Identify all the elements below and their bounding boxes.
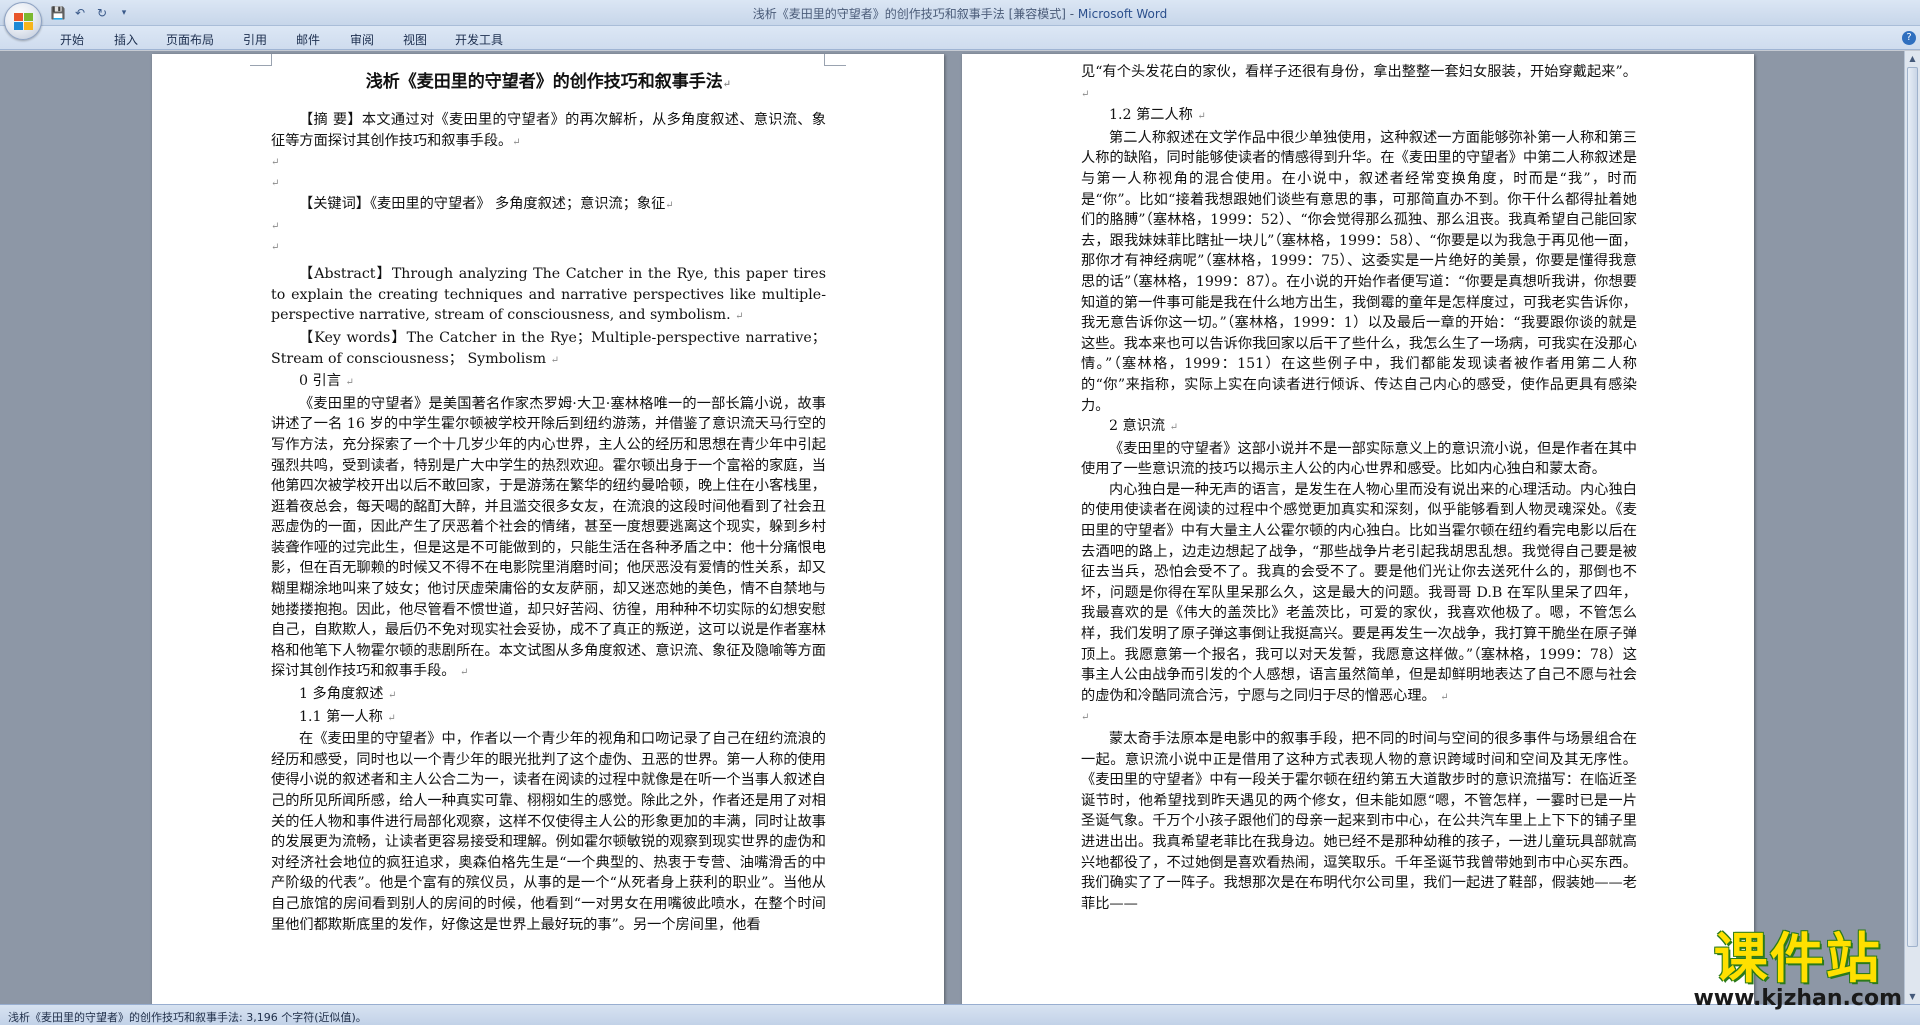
window-title-brand: Microsoft Word [1077,7,1168,21]
abstract-cn: 【摘 要】本文通过对《麦田里的守望者》的再次解析，从多角度叙述、意识流、象征等方… [271,112,826,149]
paragraph-1-1: 在《麦田里的守望者》中，作者以一个青少年的视角和口吻记录了自己在纽约流浪的经历和… [271,731,826,933]
paragraph-intro: 《麦田里的守望者》是美国著名作家杰罗姆·大卫·塞林格唯一的一部长篇小说，故事讲述… [271,395,826,680]
ribbon-tabs: 开始 插入 页面布局 引用 邮件 审阅 视图 开发工具 ? [0,26,1920,50]
scroll-thumb[interactable] [1907,67,1918,947]
status-text: 浅析《麦田里的守望者》的创作技巧和叙事手法: 3,196 个字符(近似值)。 [8,1011,367,1024]
tab-mailings[interactable]: 邮件 [296,31,320,48]
window-title: 浅析《麦田里的守望者》的创作技巧和叙事手法 [兼容模式] - Microsoft… [0,5,1920,22]
heading-1-1: 1.1 第一人称 [299,708,383,725]
office-logo-icon [14,13,33,30]
paragraph-continued: 见“有个头发花白的家伙，看样子还很有身份，拿出整整一套妇女服装，开始穿戴起来”。 [1081,64,1637,80]
tab-developer[interactable]: 开发工具 [455,31,503,48]
tab-view[interactable]: 视图 [403,31,427,48]
help-icon[interactable]: ? [1902,31,1916,45]
heading-1: 1 多角度叙述 [299,686,384,703]
empty-paragraph: ↵ [271,177,280,189]
paragraph-2-a: 《麦田里的守望者》这部小说并不是一部实际意义上的意识流小说，但是作者在其中使用了… [1081,440,1637,478]
heading-1-2: 1.2 第二人称 [1109,107,1193,124]
status-bar: 浅析《麦田里的守望者》的创作技巧和叙事手法: 3,196 个字符(近似值)。 [0,1004,1920,1025]
scroll-up-icon[interactable]: ▲ [1907,53,1918,64]
keywords-en: 【Key words】The Catcher in the Rye；Multip… [271,329,826,367]
watermark-logo: 课件站 www.kjzhan.com [1693,930,1902,1010]
window-title-text: 浅析《麦田里的守望者》的创作技巧和叙事手法 [兼容模式] - [752,7,1078,21]
watermark-brand: 课件站 [1713,927,1882,990]
tab-page-layout[interactable]: 页面布局 [166,31,214,48]
document-page-2[interactable]: 见“有个头发花白的家伙，看样子还很有身份，拿出整整一套妇女服装，开始穿戴起来”。… [962,54,1754,1004]
empty-paragraph: ↵ [271,157,280,169]
paragraph-2-b: 内心独白是一种无声的语言，是发生在人物心里而没有说出来的心理活动。内心独白的使用… [1081,481,1637,704]
tab-insert[interactable]: 插入 [114,31,138,48]
empty-paragraph: ↵ [271,220,280,232]
margin-corner-mark [824,54,846,66]
paragraph-2-c: 蒙太奇手法原本是电影中的叙事手段，把不同的时间与空间的很多事件与场景组合在一起。… [1081,731,1637,912]
document-workspace: 浅析《麦田里的守望者》的创作技巧和叙事手法 ↵ 【摘 要】本文通过对《麦田里的守望… [0,51,1904,1004]
heading-0-intro: 0 引言 [299,373,341,390]
heading-2: 2 意识流 [1109,418,1166,435]
document-title: 浅析《麦田里的守望者》的创作技巧和叙事手法 [365,72,723,92]
title-bar: 💾 ↶ ↻ ▾ 浅析《麦田里的守望者》的创作技巧和叙事手法 [兼容模式] - M… [0,0,1920,26]
tab-home[interactable]: 开始 [60,31,84,48]
tab-review[interactable]: 审阅 [350,31,374,48]
page-2-text[interactable]: 见“有个头发花白的家伙，看样子还很有身份，拿出整整一套妇女服装，开始穿戴起来”。… [1081,62,1637,914]
tab-references[interactable]: 引用 [243,31,267,48]
keywords-cn: 【关键词】《麦田里的守望者》 多角度叙述；意识流；象征 [299,196,666,213]
document-page-1[interactable]: 浅析《麦田里的守望者》的创作技巧和叙事手法 ↵ 【摘 要】本文通过对《麦田里的守望… [152,54,944,1004]
page-1-text[interactable]: 浅析《麦田里的守望者》的创作技巧和叙事手法 ↵ 【摘 要】本文通过对《麦田里的守望… [271,69,826,935]
vertical-scrollbar[interactable]: ▲ ▼ [1904,51,1920,1004]
scroll-down-icon[interactable]: ▼ [1907,991,1918,1002]
watermark-url: www.kjzhan.com [1693,986,1902,1011]
empty-paragraph: ↵ [271,241,280,253]
margin-corner-mark [250,54,272,66]
paragraph-1-2: 第二人称叙述在文学作品中很少单独使用，这种叙述一方面能够弥补第一人称和第三人称的… [1081,129,1637,414]
empty-paragraph: ↵ [1081,712,1090,724]
office-button[interactable] [4,2,42,40]
